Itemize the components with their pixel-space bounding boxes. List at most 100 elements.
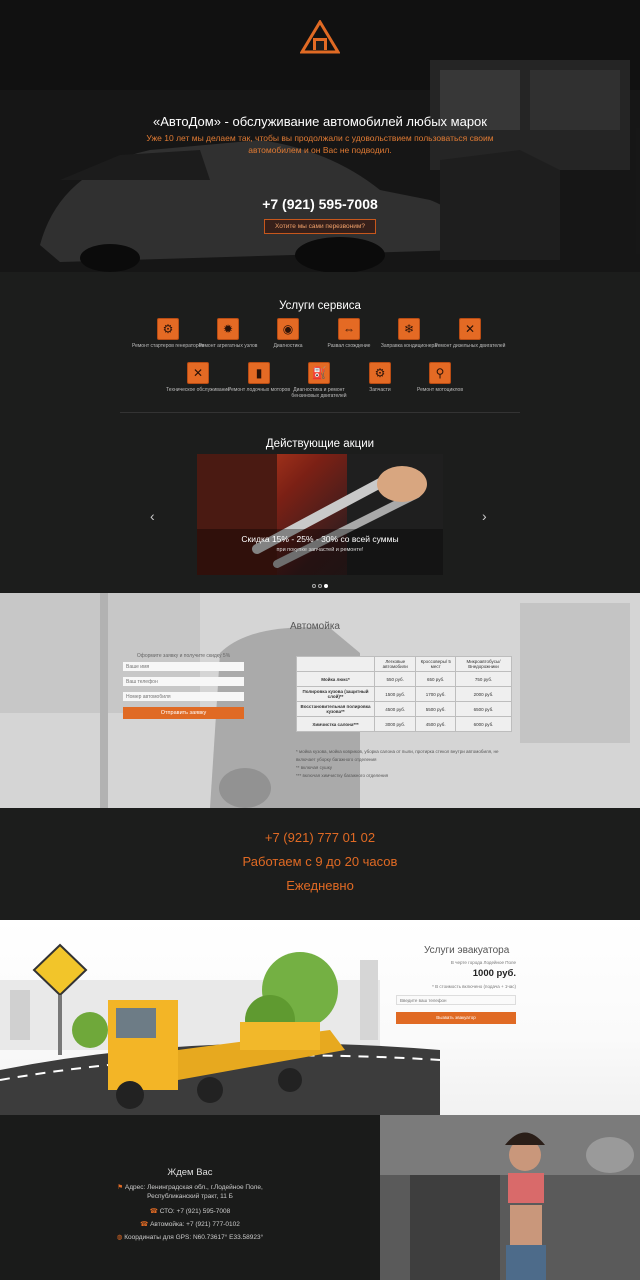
table-cell: Полировка кузова (защитный слой)** — [296, 686, 375, 702]
table-row: Полировка кузова (защитный слой)** 1500 … — [296, 686, 513, 702]
phone-input[interactable] — [123, 677, 244, 686]
table-header: Микроавтобусы/ Внедорожники — [454, 656, 513, 672]
car-number-input[interactable] — [123, 692, 244, 701]
table-cell: 550 руб. — [373, 671, 417, 687]
table-cell: 650 руб. — [415, 671, 456, 687]
slider-dot[interactable] — [312, 584, 316, 588]
table-cell: Мойка люкс* — [296, 671, 375, 687]
parts-icon: ⚙ — [369, 362, 391, 384]
band-days: Ежедневно — [286, 878, 354, 893]
table-cell: 1700 руб. — [415, 686, 456, 702]
tow-note: В черте города Лодейное Поле — [450, 960, 516, 965]
service-label: Ремонт мотоциклов — [417, 387, 463, 393]
promo-slide[interactable]: Скидка 15% - 25% - 30% со всей суммы при… — [197, 454, 443, 575]
slider-dot[interactable] — [318, 584, 322, 588]
price-table: Легковые автомобили Кроссоверы/ 5 мест М… — [296, 656, 513, 732]
promo-title: Действующие акции — [265, 438, 375, 450]
table-cell: 4500 руб. — [373, 701, 417, 717]
sto-text: СТО: +7 (921) 595-7008 — [159, 1208, 231, 1215]
name-input[interactable] — [123, 662, 244, 671]
note: *** включая химчистку багажного отделени… — [296, 773, 389, 778]
fuel-icon: ⛽ — [308, 362, 330, 384]
service-label: Ремонт дизельных двигателей — [434, 343, 506, 349]
table-cell: 3000 руб. — [373, 716, 417, 732]
table-row: Мойка люкс* 550 руб. 650 руб. 750 руб. — [296, 671, 513, 687]
motorcycle-icon: ⚲ — [429, 362, 451, 384]
slider-dots — [312, 575, 330, 592]
maintenance-icon: ✕ — [187, 362, 209, 384]
next-arrow-icon[interactable]: › — [482, 508, 487, 524]
wrench-hand-image — [197, 454, 443, 575]
services-section: Услуги сервиса ⚙ Ремонт стартеров генера… — [0, 272, 640, 592]
tow-truck-image — [0, 943, 441, 1115]
footer-title: Ждем Вас — [167, 1167, 213, 1178]
boat-engine-icon: ▮ — [248, 362, 270, 384]
tow-price: 1000 руб. — [472, 968, 516, 979]
globe-icon: ◍ — [116, 1234, 123, 1241]
promo-subtext: при покупке запчастей и ремонте! — [276, 547, 364, 553]
promo-text: Скидка 15% - 25% - 30% со всей суммы — [241, 534, 399, 544]
footer-gps: ◍ Координаты для GPS: N60.73617° E33.589… — [110, 1233, 270, 1242]
submit-request-button[interactable]: Отправить заявку — [123, 707, 244, 719]
wash-text: Автомойка: +7 (921) 777-0102 — [150, 1221, 240, 1228]
wrenches-icon: ✕ — [459, 318, 481, 340]
note: ** включая сушку — [296, 765, 332, 770]
tow-section: Услуги эвакуатора В черте города Лодейно… — [0, 920, 640, 1115]
tow-phone-input[interactable] — [396, 995, 516, 1005]
carwash-title: Автомойка — [290, 621, 340, 632]
contact-band: +7 (921) 777 01 02 Работаем с 9 до 20 ча… — [0, 808, 640, 920]
gps-text: Координаты для GPS: N60.73617° E33.58923… — [124, 1234, 264, 1241]
phone-icon: ☎ — [140, 1221, 149, 1228]
table-cell: 2000 руб. — [454, 686, 513, 702]
hero-title: «АвтоДом» - обслуживание автомобилей люб… — [153, 114, 487, 129]
table-header-row: Легковые автомобили Кроссоверы/ 5 мест М… — [296, 656, 513, 672]
services-title: Услуги сервиса — [279, 300, 361, 312]
phone-icon: ☎ — [149, 1208, 158, 1215]
service-item-diesel[interactable]: ✕ Ремонт дизельных двигателей — [430, 318, 510, 349]
table-header: Кроссоверы/ 5 мест — [415, 656, 456, 672]
table-cell: 5500 руб. — [415, 701, 456, 717]
hero-section: «АвтоДом» - обслуживание автомобилей люб… — [0, 0, 640, 272]
table-row: Химчистка салона*** 3000 руб. 4500 руб. … — [296, 716, 513, 732]
slider-dot-active[interactable] — [324, 584, 328, 588]
alignment-icon: ⇔ — [338, 318, 360, 340]
hero-subtitle: Уже 10 лет мы делаем так, чтобы вы продо… — [146, 133, 494, 155]
band-hours: Работаем с 9 до 20 часов — [242, 854, 398, 869]
gears-icon: ✹ — [217, 318, 239, 340]
table-cell: 1500 руб. — [373, 686, 417, 702]
note: * мойка кузова, мойка ковриков, уборка с… — [296, 749, 499, 762]
diagnostics-icon: ◉ — [277, 318, 299, 340]
service-item-moto[interactable]: ⚲ Ремонт мотоциклов — [400, 362, 480, 393]
table-cell: 4500 руб. — [415, 716, 456, 732]
footer-photo — [380, 1115, 640, 1280]
divider — [120, 412, 520, 413]
form-hint: Оформите заявку и получите скидку 5% — [136, 653, 231, 659]
tow-title: Услуги эвакуатора — [424, 945, 510, 956]
ac-icon: ❄ — [398, 318, 420, 340]
callback-button[interactable]: Хотите мы сами перезвоним? — [264, 219, 376, 234]
price-notes: * мойка кузова, мойка ковриков, уборка с… — [296, 748, 516, 780]
address-text: Адрес: Ленинградская обл., г.Лодейное По… — [124, 1184, 263, 1200]
table-cell: 750 руб. — [454, 671, 513, 687]
table-header — [296, 656, 375, 672]
autodom-logo[interactable] — [300, 20, 340, 54]
table-header: Легковые автомобили — [373, 656, 417, 672]
table-cell: Химчистка салона*** — [296, 716, 375, 732]
table-cell: 6000 руб. — [454, 716, 513, 732]
table-cell: Восстановительная полировка кузова** — [296, 701, 375, 717]
footer-address: ⚑ Адрес: Ленинградская обл., г.Лодейное … — [110, 1183, 270, 1201]
table-cell: 6500 руб. — [454, 701, 513, 717]
footer-wash-phone[interactable]: ☎ Автомойка: +7 (921) 777-0102 — [110, 1220, 270, 1229]
band-phone[interactable]: +7 (921) 777 01 02 — [0, 830, 640, 845]
starter-icon: ⚙ — [157, 318, 179, 340]
carwash-form: Оформите заявку и получите скидку 5% Отп… — [123, 653, 244, 719]
carwash-section: Автомойка Оформите заявку и получите ски… — [0, 593, 640, 808]
flag-icon: ⚑ — [117, 1184, 124, 1191]
call-tow-button[interactable]: Вызвать эвакуатор — [396, 1012, 516, 1024]
prev-arrow-icon[interactable]: ‹ — [150, 508, 155, 524]
table-row: Восстановительная полировка кузова** 450… — [296, 701, 513, 717]
hero-phone[interactable]: +7 (921) 595-7008 — [0, 196, 640, 212]
tow-price-note: * В стоимость включено (подача + 1час) — [432, 984, 516, 989]
footer-sto-phone[interactable]: ☎ СТО: +7 (921) 595-7008 — [110, 1207, 270, 1216]
footer-section: Ждем Вас ⚑ Адрес: Ленинградская обл., г.… — [0, 1115, 640, 1280]
